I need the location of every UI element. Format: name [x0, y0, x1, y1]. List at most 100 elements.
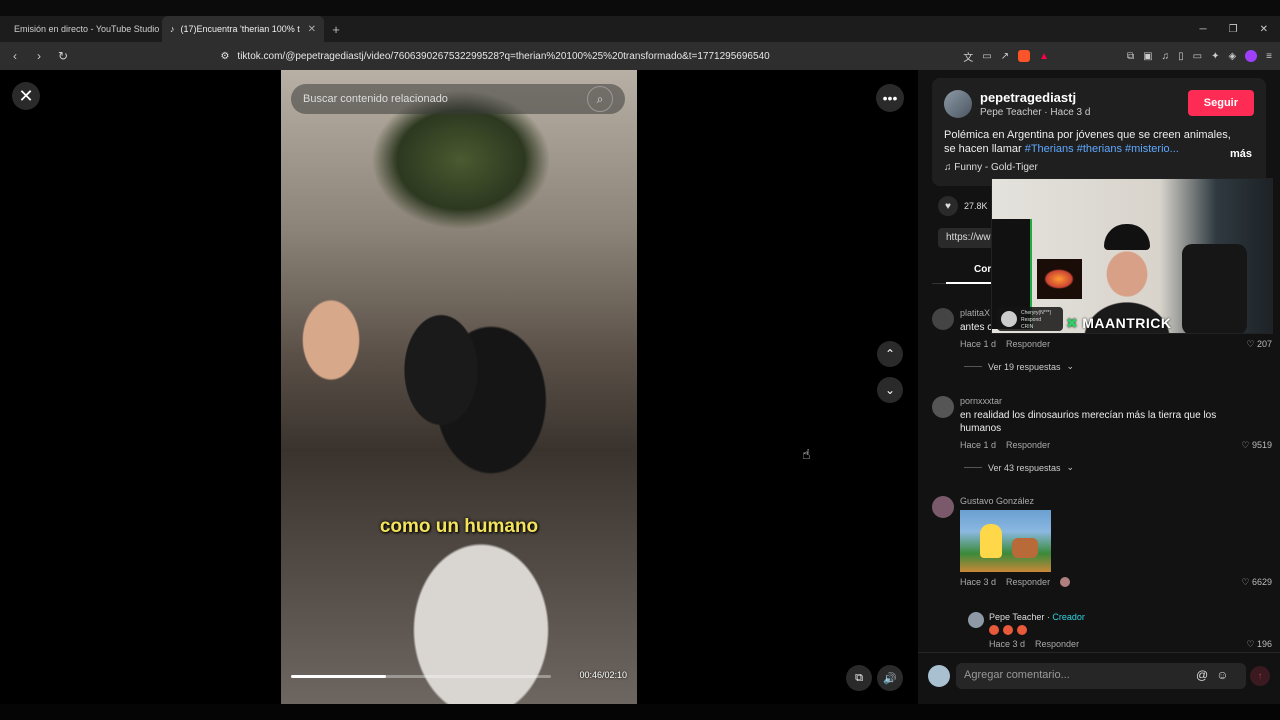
pip-button[interactable]: ⧉: [846, 665, 872, 691]
comment-likes[interactable]: ♡ 207: [1246, 339, 1272, 350]
profile-icon[interactable]: [1245, 50, 1258, 62]
comment-time: Hace 3 d: [960, 577, 997, 587]
volume-button[interactable]: 🔊: [877, 665, 903, 691]
reply-user: Pepe Teacher · Creador: [989, 612, 1085, 622]
author-username[interactable]: pepetragediastj: [980, 90, 1090, 105]
author-card: pepetragediastj Pepe Teacher · Hace 3 d …: [932, 78, 1266, 186]
translate-icon[interactable]: 文: [963, 49, 973, 64]
cast-icon[interactable]: ▭: [982, 51, 991, 62]
input-icons: @ ☺: [1196, 668, 1228, 682]
heart-icon[interactable]: ♥: [938, 196, 958, 216]
search-icon[interactable]: ⌕: [587, 86, 613, 112]
tab-title: Emisión en directo - YouTube Studio: [14, 24, 160, 34]
related-search-input[interactable]: Buscar contenido relacionado ⌕: [291, 84, 625, 114]
hashtag-link[interactable]: #therians: [1077, 143, 1122, 155]
follow-button[interactable]: Seguir: [1187, 90, 1254, 116]
close-window-icon[interactable]: ✕: [1260, 24, 1268, 35]
streamer-brand: ✖ MAANTRICK: [1066, 315, 1172, 332]
copy-link-field[interactable]: https://ww: [938, 228, 998, 248]
replies-line: [964, 467, 982, 468]
reply-button[interactable]: Responder: [1006, 577, 1050, 587]
user-avatar[interactable]: [928, 665, 950, 687]
commenter-name[interactable]: Gustavo González: [960, 496, 1272, 506]
reply-likes[interactable]: ♡ 196: [1246, 639, 1272, 650]
url-field[interactable]: 🔖 ⚙ tiktok.com/@pepetragediastj/video/76…: [210, 51, 770, 62]
comment-time: Hace 1 d: [960, 339, 997, 349]
menu-icon[interactable]: ≡: [1266, 51, 1272, 62]
brand-name: MAANTRICK: [1082, 315, 1172, 331]
comment-like-count: 207: [1256, 339, 1272, 349]
more-options-button[interactable]: •••: [876, 84, 904, 112]
video-progress-bar[interactable]: [291, 675, 551, 678]
chevron-down-icon: ⌄: [1066, 462, 1075, 472]
view-replies-label: Ver 19 respuestas: [988, 361, 1061, 372]
hashtag-link[interactable]: #Therians: [1025, 143, 1074, 155]
reload-icon[interactable]: ↻: [56, 49, 70, 63]
reply-button[interactable]: Responder: [1006, 339, 1050, 349]
hashtag-link[interactable]: #misterio...: [1125, 143, 1179, 155]
video-area: ✕ Buscar contenido relacionado ⌕ como un…: [0, 70, 918, 704]
reply-avatar[interactable]: [968, 612, 984, 628]
replies-line: [964, 366, 982, 367]
sidebar-icon[interactable]: ▯: [1178, 51, 1184, 62]
forward-icon[interactable]: ›: [32, 49, 46, 63]
commenter-avatar[interactable]: [932, 496, 954, 518]
webcam-notification: Cheryry(N***) Respond CRIN: [997, 307, 1063, 331]
view-replies-label: Ver 43 respuestas: [988, 462, 1061, 473]
video-progress-fill: [291, 675, 386, 678]
music-info[interactable]: ♫ Funny - Gold-Tiger: [944, 162, 1254, 173]
creator-badge: Creador: [1052, 612, 1085, 622]
description-more-button[interactable]: más: [1230, 148, 1252, 160]
gif-dog: [1012, 538, 1038, 558]
notification-line: Cheryry(N***): [1021, 310, 1052, 316]
minimize-icon[interactable]: ─: [1200, 24, 1207, 35]
comment-likes[interactable]: ♡ 6629: [1241, 577, 1272, 588]
extensions-icon[interactable]: ⧉: [1127, 51, 1134, 62]
comment-likes[interactable]: ♡ 9519: [1241, 440, 1272, 451]
view-replies-button[interactable]: Ver 19 respuestas ⌄: [964, 361, 1272, 372]
tab-youtube-studio[interactable]: Emisión en directo - YouTube Studio: [0, 16, 162, 42]
ai-icon[interactable]: ✦: [1211, 51, 1219, 62]
video-player[interactable]: Buscar contenido relacionado ⌕ como un h…: [281, 70, 637, 704]
back-icon[interactable]: ‹: [8, 49, 22, 63]
author-avatar[interactable]: [944, 90, 972, 118]
close-video-button[interactable]: ✕: [12, 82, 40, 110]
tab-tiktok[interactable]: ♪ (17)Encuentra 'therian 100% t ✕: [162, 16, 324, 42]
new-tab-button[interactable]: +: [324, 22, 348, 37]
notification-line: CRIN: [1021, 324, 1034, 330]
music-icon[interactable]: ♫: [1162, 51, 1170, 62]
tab-comments[interactable]: Cor: [974, 264, 991, 275]
browser-tabbar: Emisión en directo - YouTube Studio ♪ (1…: [0, 16, 1280, 42]
webcam-chair: [1182, 244, 1247, 333]
top-strip: [0, 0, 1280, 16]
vpn-icon[interactable]: ◈: [1228, 51, 1236, 62]
next-video-button[interactable]: ⌄: [877, 377, 903, 403]
reply-username[interactable]: Pepe Teacher: [989, 612, 1044, 622]
reply-item: Pepe Teacher · Creador Hace 3 d Responde…: [968, 612, 1272, 649]
maximize-icon[interactable]: ❐: [1229, 24, 1238, 35]
emoji-picker-icon[interactable]: ☺: [1216, 668, 1228, 682]
video-time: 00:46/02:10: [579, 670, 627, 680]
rewards-icon[interactable]: ▲: [1039, 51, 1049, 62]
likes-stat[interactable]: ♥ 27.8K: [938, 196, 988, 216]
comment-gif[interactable]: [960, 510, 1051, 572]
screenshot-icon[interactable]: ▣: [1143, 51, 1152, 62]
commenter-avatar[interactable]: [932, 396, 954, 418]
emoji-icon: [1017, 625, 1027, 635]
view-replies-button[interactable]: Ver 43 respuestas ⌄: [964, 462, 1272, 473]
creator-liked-icon: [1060, 577, 1071, 587]
share-icon[interactable]: ↗: [1001, 51, 1009, 62]
commenter-name[interactable]: pornxxxtar: [960, 396, 1272, 406]
close-tab-icon[interactable]: ✕: [308, 24, 316, 35]
reply-button[interactable]: Responder: [1006, 440, 1050, 450]
brand-logo-icon: ✖: [1066, 315, 1079, 331]
previous-video-button[interactable]: ⌃: [877, 341, 903, 367]
wallet-icon[interactable]: ▭: [1193, 51, 1202, 62]
site-settings-icon[interactable]: ⚙: [220, 51, 229, 62]
comment-like-count: 6629: [1251, 577, 1272, 587]
mention-icon[interactable]: @: [1196, 668, 1208, 682]
brave-shield-icon[interactable]: [1018, 50, 1031, 62]
commenter-avatar[interactable]: [932, 308, 954, 330]
send-icon[interactable]: ↑: [1250, 666, 1270, 686]
reply-button[interactable]: Responder: [1035, 639, 1079, 649]
